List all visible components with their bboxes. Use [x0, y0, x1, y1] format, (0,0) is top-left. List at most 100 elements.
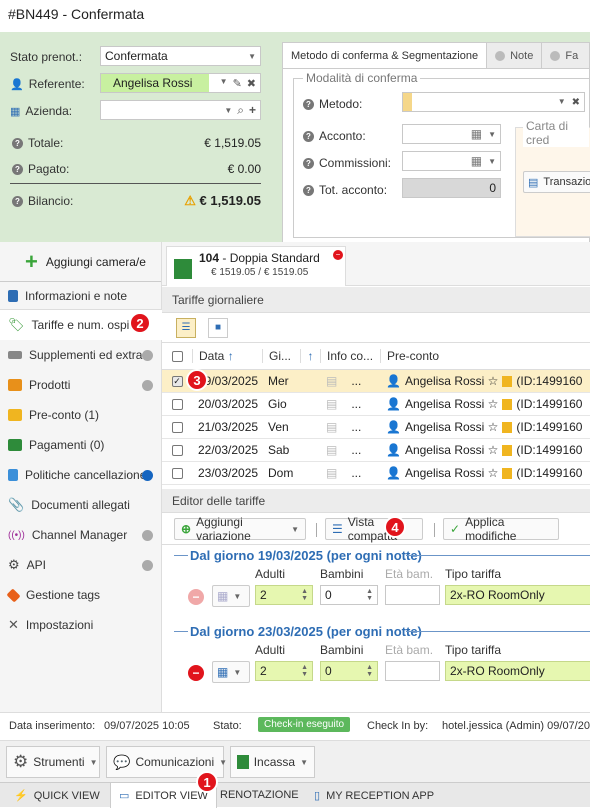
- chevron-down-icon[interactable]: ▼: [558, 97, 566, 108]
- calendar-dropdown[interactable]: ▦ ▼: [212, 661, 250, 683]
- row-checkbox[interactable]: [171, 398, 183, 410]
- commissioni-field[interactable]: ▦ ▼: [402, 151, 501, 171]
- info-text: ...: [351, 420, 362, 434]
- sidebar-item-tags[interactable]: Gestione tags: [0, 580, 161, 610]
- bambini-stepper[interactable]: 0 ▲ ▼: [320, 661, 378, 681]
- sidebar-item-prodotti[interactable]: Prodotti: [0, 370, 161, 400]
- adulti-stepper[interactable]: 2 ▲ ▼: [255, 661, 313, 681]
- bilancio-value: € 1,519.05: [199, 193, 261, 208]
- phone-icon: ▯: [314, 790, 321, 802]
- column-header[interactable]: Pre-conto: [380, 349, 590, 363]
- date-cell: 23/03/2025: [198, 466, 259, 480]
- room-tab[interactable]: 104 - Doppia Standard € 1519.05 / € 1519…: [166, 246, 346, 286]
- sidebar-item-politiche[interactable]: Politiche cancellazione: [0, 460, 161, 490]
- sidebar-item-supplementi[interactable]: Supplementi ed extra: [0, 340, 161, 370]
- edit-icon[interactable]: ✎: [233, 77, 242, 90]
- commissioni-label: Commissioni:: [319, 156, 392, 170]
- table-row[interactable]: ✓ 19/03/2025 Mer ▤... 👤 Angelisa Rossi ☆ (ID:1…: [162, 370, 590, 393]
- remove-variation-icon[interactable]: −: [188, 589, 204, 605]
- table-row[interactable]: 20/03/2025 Gio ▤... 👤 Angelisa Rossi ☆ (ID:14…: [162, 393, 590, 416]
- adulti-value: 2: [260, 588, 267, 602]
- note-icon[interactable]: ▤: [326, 420, 337, 434]
- bambini-stepper[interactable]: 0 ▲ ▼: [320, 585, 378, 605]
- metodo-select[interactable]: ▼ ✖: [402, 92, 585, 112]
- stepper-arrows-icon[interactable]: ▲ ▼: [301, 664, 308, 678]
- action-toolbar: ⚙ Strumenti ▼ 💬 Comunicazioni ▼ Incassa ▼: [0, 740, 590, 782]
- incassa-button[interactable]: Incassa ▼: [230, 746, 315, 778]
- checkin-label: Check In by:: [367, 720, 429, 732]
- select-all-checkbox[interactable]: [171, 350, 183, 362]
- calculator-icon[interactable]: ▦: [471, 154, 482, 168]
- person-icon: 👤: [386, 374, 401, 388]
- variation-heading: Dal giorno 23/03/2025 (per ogni notte): [190, 624, 422, 639]
- calculator-icon[interactable]: ▦: [471, 127, 482, 141]
- sort-up-icon[interactable]: ↑: [300, 349, 320, 363]
- quick-view-tab[interactable]: ⚡ QUICK VIEW: [14, 789, 100, 803]
- table-row[interactable]: 22/03/2025 Sab ▤... 👤 Angelisa Rossi ☆ (ID:14…: [162, 439, 590, 462]
- sidebar-item-informazioni[interactable]: Informazioni e note: [0, 282, 161, 310]
- sidebar-item-documenti[interactable]: 📎 Documenti allegati: [0, 490, 161, 520]
- help-icon: ?: [12, 163, 23, 175]
- remove-room-icon[interactable]: −: [333, 250, 343, 260]
- guest-name: Angelisa Rossi ☆: [404, 466, 499, 480]
- prenotazione-tab[interactable]: RENOTAZIONE: [220, 789, 299, 801]
- strumenti-button[interactable]: ⚙ Strumenti ▼: [6, 746, 100, 778]
- transazione-button[interactable]: ▤ Transazio: [523, 171, 590, 193]
- tipo-tariffa-select[interactable]: 2x-RO RoomOnly: [445, 661, 590, 681]
- tipo-tariffa-select[interactable]: 2x-RO RoomOnly: [445, 585, 590, 605]
- row-checkbox[interactable]: [171, 444, 183, 456]
- sidebar-item-channel[interactable]: ((•)) Channel Manager: [0, 520, 161, 550]
- tab-note[interactable]: Note: [487, 43, 543, 68]
- row-checkbox[interactable]: [171, 467, 183, 479]
- column-header[interactable]: Gi...: [262, 349, 300, 363]
- note-icon[interactable]: ▤: [326, 466, 337, 480]
- note-icon[interactable]: ▤: [326, 374, 337, 388]
- sidebar-item-api[interactable]: ⚙ API: [0, 550, 161, 580]
- column-label: Data: [199, 349, 225, 363]
- column-header[interactable]: Info co...: [320, 349, 380, 363]
- add-icon[interactable]: +: [249, 103, 256, 117]
- stato-select[interactable]: Confermata ▼: [100, 46, 261, 66]
- applica-modifiche-button[interactable]: ✓ Applica modifiche: [443, 515, 559, 543]
- chevron-down-icon[interactable]: ▼: [488, 130, 496, 139]
- search-icon[interactable]: ⌕: [237, 103, 244, 118]
- sidebar-item-pagamenti[interactable]: Pagamenti (0): [0, 430, 161, 460]
- add-room-button[interactable]: + Aggiungi camera/e: [0, 242, 161, 282]
- vista-compatta-button[interactable]: ☰ Vista compatta: [325, 515, 423, 543]
- eta-field[interactable]: [385, 585, 440, 605]
- sidebar-item-preconto[interactable]: Pre-conto (1): [0, 400, 161, 430]
- calendar-dropdown[interactable]: ▦ ▼: [212, 585, 250, 607]
- row-checkbox[interactable]: ✓: [171, 375, 183, 387]
- eta-label: Età bam.: [385, 567, 434, 581]
- adulti-stepper[interactable]: 2 ▲ ▼: [255, 585, 313, 605]
- chevron-down-icon[interactable]: ▼: [224, 106, 232, 115]
- row-checkbox[interactable]: [171, 421, 183, 433]
- chevron-down-icon[interactable]: ▼: [220, 77, 228, 90]
- grid-view-icon[interactable]: ■: [208, 317, 228, 338]
- stepper-arrows-icon[interactable]: ▲ ▼: [366, 664, 373, 678]
- column-header[interactable]: Data ↑: [192, 349, 262, 363]
- sidebar-item-impostazioni[interactable]: ✕ Impostazioni: [0, 610, 161, 640]
- add-variation-button[interactable]: ⊕ Aggiungi variazione ▼: [174, 515, 306, 543]
- eta-field[interactable]: [385, 661, 440, 681]
- list-view-icon[interactable]: ☰: [176, 317, 196, 338]
- reception-app-tab[interactable]: ▯ MY RECEPTION APP: [314, 789, 434, 803]
- inserimento-value: 09/07/2025 10:05: [104, 720, 190, 732]
- person-icon: 👤: [386, 397, 401, 411]
- date-cell: 22/03/2025: [198, 443, 259, 457]
- tab-metodo-conferma[interactable]: Metodo di conferma & Segmentazione: [283, 43, 488, 68]
- stepper-arrows-icon[interactable]: ▲ ▼: [301, 588, 308, 602]
- referente-field[interactable]: Angelisa Rossi ▼ ✎ ✖: [100, 73, 261, 93]
- table-row[interactable]: 23/03/2025 Dom ▤... 👤 Angelisa Rossi ☆ (ID:14…: [162, 462, 590, 485]
- close-icon[interactable]: ✖: [572, 97, 580, 108]
- chevron-down-icon[interactable]: ▼: [488, 157, 496, 166]
- tab-fa[interactable]: Fa: [542, 43, 586, 68]
- acconto-field[interactable]: ▦ ▼: [402, 124, 501, 144]
- stepper-arrows-icon[interactable]: ▲ ▼: [366, 588, 373, 602]
- remove-variation-icon[interactable]: −: [188, 665, 204, 681]
- azienda-field[interactable]: ▼ ⌕ +: [100, 100, 261, 120]
- close-icon[interactable]: ✖: [247, 77, 256, 90]
- note-icon[interactable]: ▤: [326, 443, 337, 457]
- note-icon[interactable]: ▤: [326, 397, 337, 411]
- table-row[interactable]: 21/03/2025 Ven ▤... 👤 Angelisa Rossi ☆ (ID:14…: [162, 416, 590, 439]
